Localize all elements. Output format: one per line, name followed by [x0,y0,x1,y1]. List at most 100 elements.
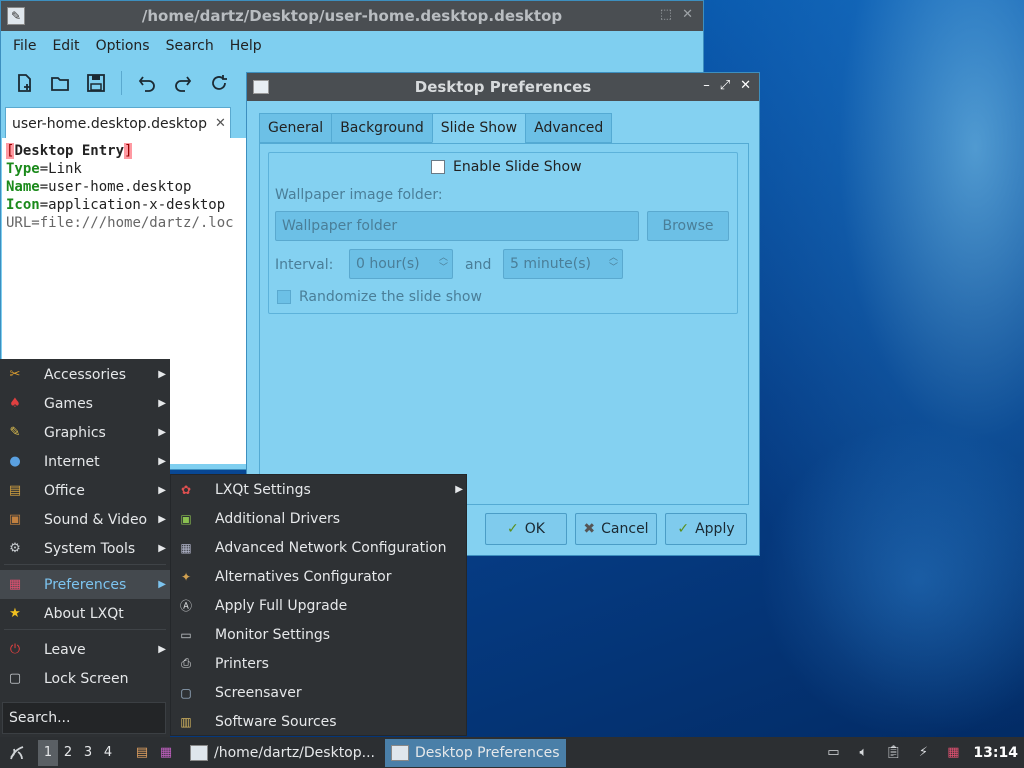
submenu-item-advanced-network[interactable]: ▦ Advanced Network Configuration [171,533,467,562]
redo-icon[interactable] [172,72,194,94]
menu-item-internet[interactable]: ● Internet ▶ [0,447,170,476]
cancel-label: Cancel [601,521,649,537]
tab-slide-show[interactable]: Slide Show [431,113,527,143]
menu-item-system-tools[interactable]: ⚙ System Tools ▶ [0,534,170,563]
menu-item-label: Lock Screen [44,670,129,687]
submenu-arrow-icon: ▶ [158,644,166,655]
submenu-item-screensaver[interactable]: ▢ Screensaver [171,678,467,707]
gear-icon: ⚙ [9,541,21,556]
upgrade-icon: Ⓐ [179,599,192,613]
menu-item-sound-video[interactable]: ▣ Sound & Video ▶ [0,505,170,534]
submenu-item-additional-drivers[interactable]: ▣ Additional Drivers [171,504,467,533]
menu-item-lock-screen[interactable]: ▢ Lock Screen [0,664,170,693]
menu-edit[interactable]: Edit [44,38,87,54]
editor-tab[interactable]: user-home.desktop.desktop ✕ [5,107,231,139]
submenu-item-lxqt-settings[interactable]: ✿ LXQt Settings ▶ [171,475,467,504]
desktop-switch-4[interactable]: 4 [98,740,118,766]
submenu-arrow-icon: ▶ [158,398,166,409]
clipboard-icon[interactable]: 📋︎ [883,744,903,762]
new-file-icon[interactable] [13,72,35,94]
network-plug-icon[interactable]: ⚡︎ [913,744,933,762]
reload-icon[interactable] [208,72,230,94]
desktop-switch-3[interactable]: 3 [78,740,98,766]
menu-item-games[interactable]: ♠ Games ▶ [0,389,170,418]
hours-spinbox[interactable]: 0 hour(s) ︿ ﹀ [349,249,453,279]
task-editor[interactable]: /home/dartz/Desktop... [184,739,381,767]
menu-search-input[interactable]: Search... [2,702,166,734]
browse-button[interactable]: Browse [647,211,729,241]
minimize-icon[interactable]: – [703,78,710,93]
menu-help[interactable]: Help [222,38,270,54]
terminal-launcher-icon[interactable]: ▦ [156,744,176,762]
enable-slide-show-row[interactable]: Enable Slide Show [431,159,582,175]
key-name: Name [6,179,40,195]
tab-general[interactable]: General [259,113,333,143]
menu-item-about-lxqt[interactable]: ★ About LXQt [0,599,170,628]
desktop-switch-2[interactable]: 2 [58,740,78,766]
clock[interactable]: 13:14 [973,745,1018,761]
menu-item-label: System Tools [44,540,136,557]
spin-arrows-icon[interactable]: ︿ ﹀ [439,253,448,273]
menu-item-accessories[interactable]: ✂ Accessories ▶ [0,360,170,389]
games-icon: ♠ [9,396,21,411]
submenu-item-alternatives[interactable]: ✦ Alternatives Configurator [171,562,467,591]
randomize-label: Randomize the slide show [299,289,482,305]
volume-icon[interactable]: 🔈︎ [853,744,873,762]
menu-item-label: About LXQt [44,605,124,622]
lock-screen-icon: ▢ [8,671,22,686]
desktop-switch-1[interactable]: 1 [38,739,58,766]
tab-close-icon[interactable]: ✕ [215,116,226,131]
menu-item-label: Sound & Video [44,511,148,528]
spin-arrows-icon[interactable]: ︿ ﹀ [609,253,618,273]
tab-advanced[interactable]: Advanced [525,113,613,143]
cancel-button[interactable]: ✖ Cancel [575,513,657,545]
wallpaper-folder-input[interactable]: Wallpaper folder [275,211,639,241]
preferences-submenu: ✿ LXQt Settings ▶ ▣ Additional Drivers ▦… [170,474,467,736]
close-icon[interactable]: ✕ [740,78,751,93]
sound-video-icon: ▣ [8,512,22,527]
menu-search[interactable]: Search [158,38,222,54]
menu-options[interactable]: Options [88,38,158,54]
toolbar-separator [121,71,122,95]
randomize-checkbox[interactable] [277,290,291,304]
submenu-item-label: Advanced Network Configuration [215,539,447,556]
minimize-icon[interactable]: ⬚ [660,7,672,22]
open-folder-icon[interactable] [49,72,71,94]
tab-background[interactable]: Background [331,113,433,143]
apply-button[interactable]: ✓ Apply [665,513,747,545]
maximize-icon[interactable]: ⤢ [720,78,730,93]
enable-slide-show-checkbox[interactable] [431,160,445,174]
submenu-item-label: Software Sources [215,713,337,730]
submenu-item-label: Printers [215,655,269,672]
close-icon[interactable]: ✕ [682,7,693,22]
menu-item-office[interactable]: ▤ Office ▶ [0,476,170,505]
task-desktop-preferences[interactable]: Desktop Preferences [385,738,566,767]
ok-button[interactable]: ✓ OK [485,513,567,545]
menu-item-label: Accessories [44,366,127,383]
notifications-icon[interactable]: ▦ [943,744,963,762]
editor-titlebar[interactable]: ✎ /home/dartz/Desktop/user-home.desktop.… [1,1,703,31]
slide-show-panel: Enable Slide Show Wallpaper image folder… [259,143,749,505]
menu-item-preferences[interactable]: ▦ Preferences ▶ [0,570,170,599]
bracket-close: ] [124,143,133,159]
start-menu-button[interactable] [4,740,30,766]
dialog-tabbar: General Background Slide Show Advanced [259,113,613,143]
menu-item-graphics[interactable]: ✎ Graphics ▶ [0,418,170,447]
enable-slide-show-label: Enable Slide Show [453,159,582,175]
submenu-item-printers[interactable]: ⎙ Printers [171,649,467,678]
file-manager-launcher-icon[interactable]: ▤ [132,744,152,762]
network-icon: ▦ [180,540,192,555]
randomize-row[interactable]: Randomize the slide show [277,289,482,305]
removable-drive-icon[interactable]: ▭ [823,744,843,762]
undo-icon[interactable] [136,72,158,94]
submenu-item-monitor-settings[interactable]: ▭ Monitor Settings [171,620,467,649]
minutes-spinbox[interactable]: 5 minute(s) ︿ ﹀ [503,249,623,279]
menu-separator [4,629,166,630]
check-icon: ✓ [677,521,690,537]
menu-item-leave[interactable]: ⏻ Leave ▶ [0,635,170,664]
dialog-titlebar[interactable]: Desktop Preferences – ⤢ ✕ [247,73,759,101]
menu-file[interactable]: File [5,38,44,54]
save-icon[interactable] [85,72,107,94]
submenu-item-full-upgrade[interactable]: Ⓐ Apply Full Upgrade [171,591,467,620]
submenu-item-software-sources[interactable]: ▥ Software Sources [171,707,467,736]
